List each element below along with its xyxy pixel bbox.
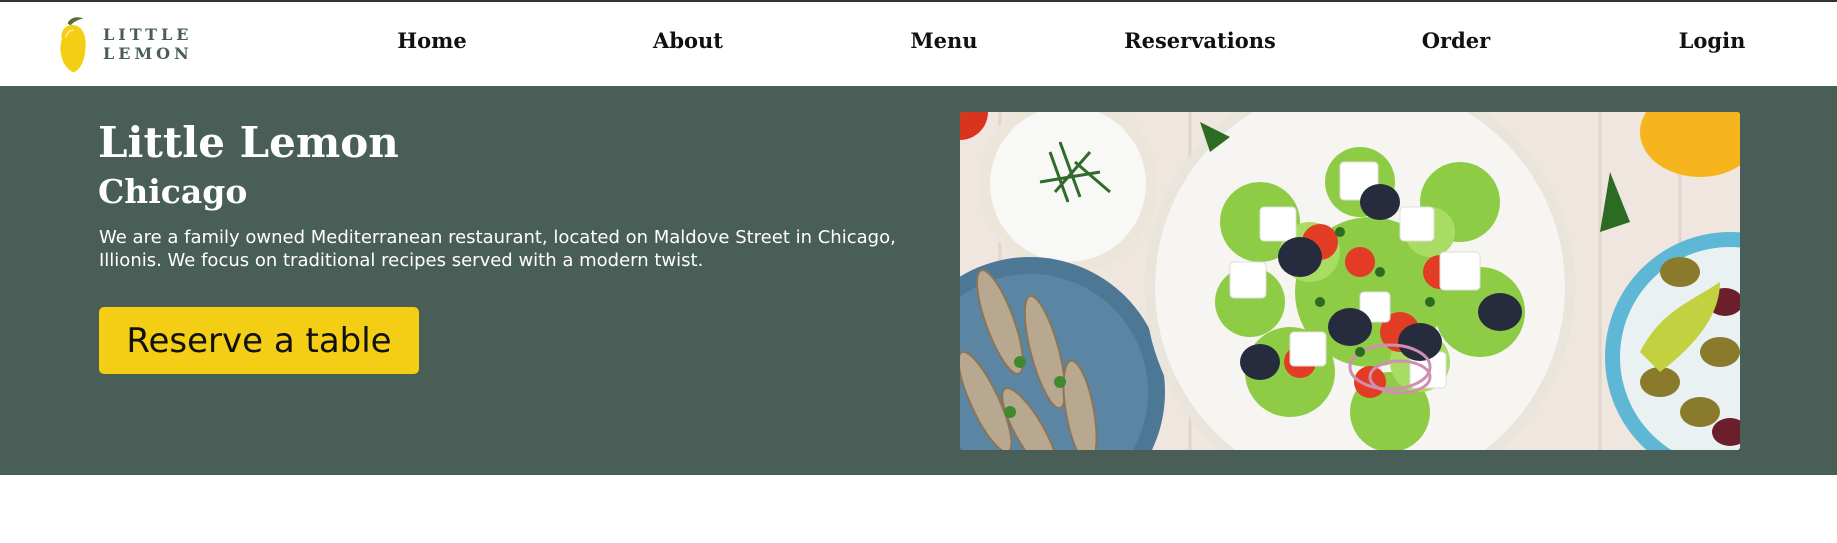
- nav-login[interactable]: Login: [1679, 28, 1746, 53]
- hero-subtitle: Chicago: [98, 172, 248, 211]
- page: Home About Menu Reservations Order Login…: [0, 0, 1837, 543]
- site-logo[interactable]: LITTLE LEMON: [42, 2, 287, 86]
- greek-salad-illustration: [960, 112, 1740, 450]
- lemon-icon: [60, 17, 86, 73]
- hero-image: [960, 112, 1740, 450]
- nav-home[interactable]: Home: [397, 28, 466, 53]
- reserve-table-button[interactable]: Reserve a table: [99, 307, 419, 374]
- logo-text: LITTLE LEMON: [103, 25, 193, 63]
- hero-section: Little Lemon Chicago We are a family own…: [0, 86, 1837, 475]
- nav-menu[interactable]: Menu: [910, 28, 977, 53]
- nav-order[interactable]: Order: [1422, 28, 1490, 53]
- nav-reservations[interactable]: Reservations: [1124, 28, 1276, 53]
- nav-about[interactable]: About: [653, 28, 723, 53]
- hero-title: Little Lemon: [98, 118, 399, 167]
- hero-description: We are a family owned Mediterranean rest…: [99, 227, 896, 271]
